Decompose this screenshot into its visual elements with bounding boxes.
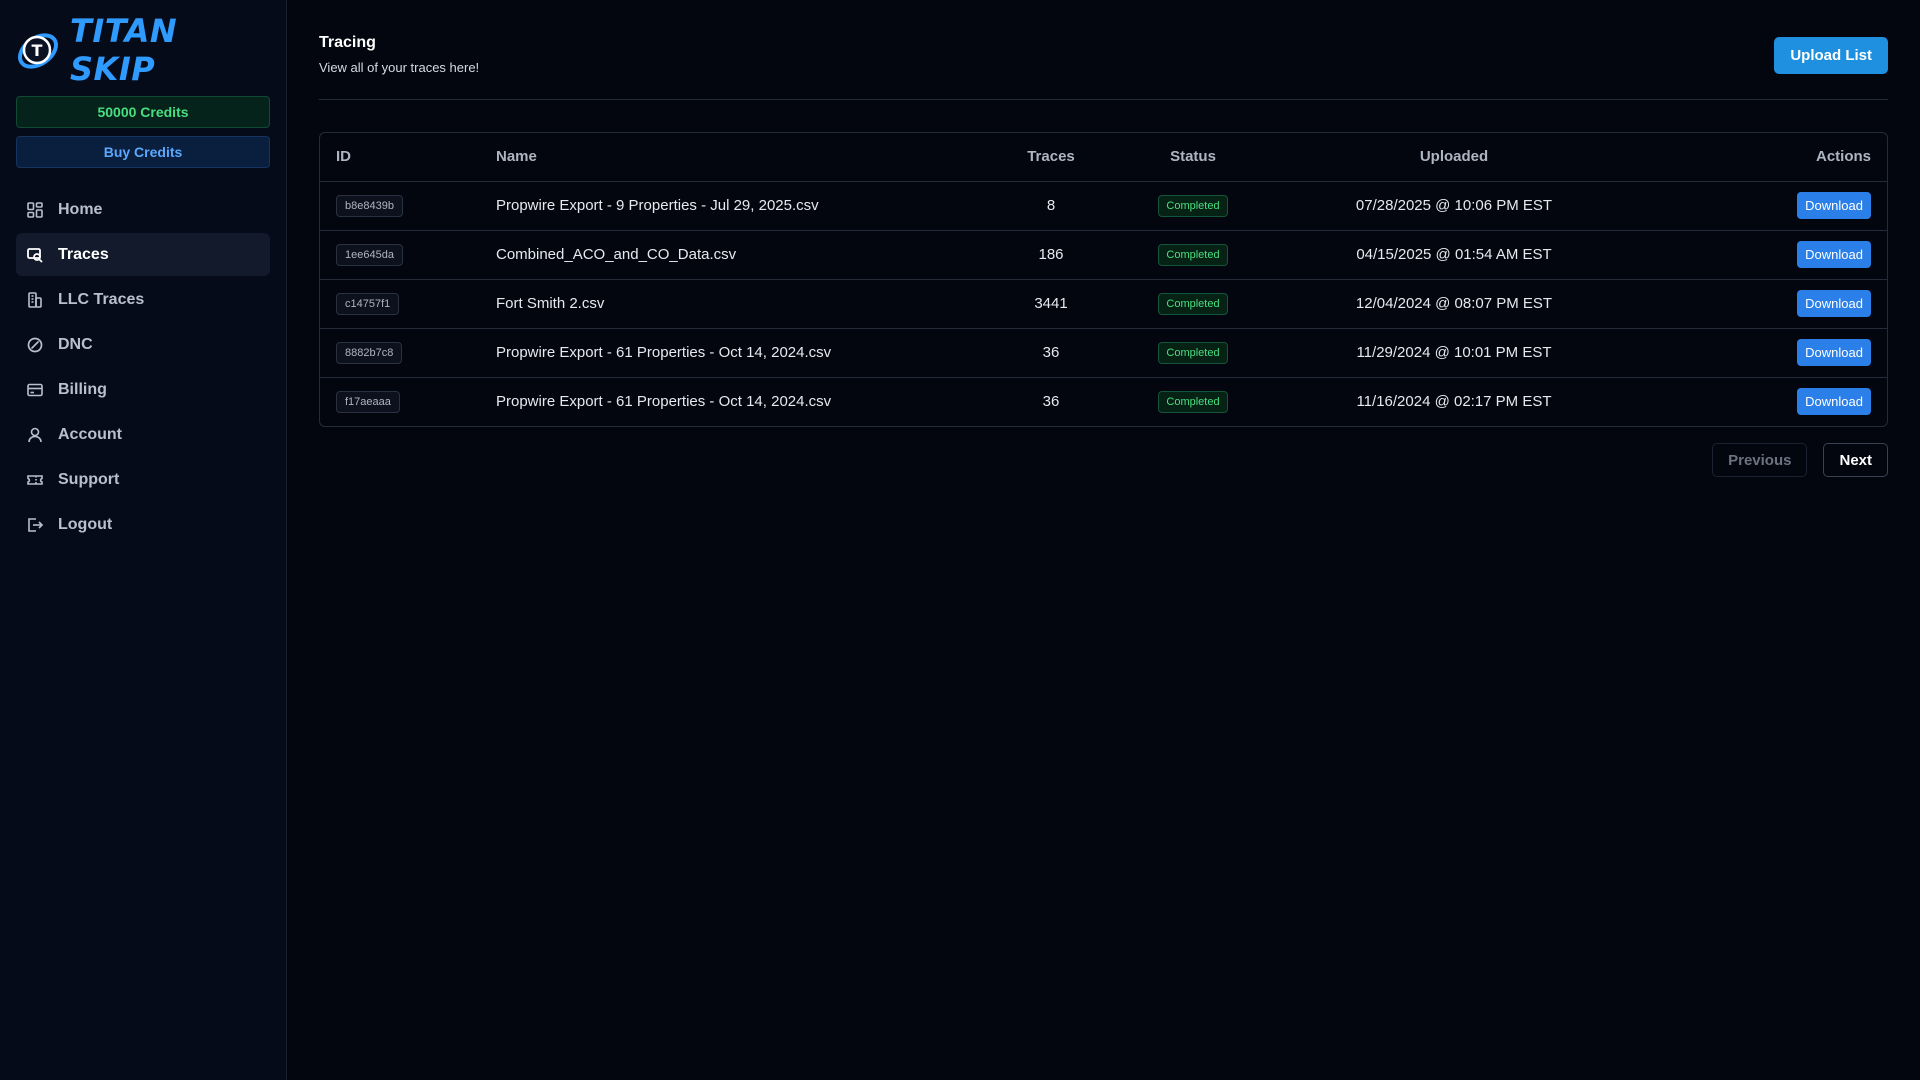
trace-id-chip: 1ee645da — [336, 243, 403, 266]
sidebar-item-label: Home — [58, 200, 103, 218]
previous-page-button[interactable]: Previous — [1712, 443, 1808, 477]
uploaded-timestamp: 07/28/2025 @ 10:06 PM EST — [1264, 181, 1644, 231]
ticket-icon — [27, 474, 43, 485]
page-subtitle: View all of your traces here! — [319, 60, 480, 75]
trace-name: Fort Smith 2.csv — [480, 279, 980, 329]
brand-logo[interactable]: T TITAN SKIP — [16, 12, 270, 88]
table-row: c14757f1 Fort Smith 2.csv 3441 Completed… — [320, 279, 1887, 329]
trace-name: Propwire Export - 61 Properties - Oct 14… — [480, 328, 980, 378]
column-header-traces: Traces — [980, 133, 1122, 182]
grid-icon — [27, 201, 43, 218]
sidebar-item-label: Logout — [58, 515, 113, 533]
logout-icon — [28, 517, 44, 532]
status-badge: Completed — [1158, 292, 1228, 315]
download-button[interactable]: Download — [1797, 339, 1871, 366]
titan-logo-icon: T — [17, 33, 59, 69]
page-title: Tracing — [319, 34, 376, 51]
table-row: 1ee645da Combined_ACO_and_CO_Data.csv 18… — [320, 230, 1887, 280]
sidebar-item-label: LLC Traces — [58, 290, 145, 308]
user-icon — [28, 427, 42, 442]
column-header-actions: Actions — [1644, 133, 1887, 182]
column-header-status: Status — [1122, 133, 1264, 182]
download-button[interactable]: Download — [1797, 388, 1871, 416]
uploaded-timestamp: 11/16/2024 @ 02:17 PM EST — [1356, 393, 1552, 411]
trace-name: Combined_ACO_and_CO_Data.csv — [480, 230, 980, 280]
sidebar-item-llc-traces[interactable]: LLC Traces — [16, 278, 270, 321]
next-page-button[interactable]: Next — [1823, 443, 1888, 477]
uploaded-timestamp: 12/04/2024 @ 08:07 PM EST — [1264, 279, 1644, 329]
trace-id-chip: c14757f1 — [336, 292, 400, 315]
column-header-id: ID — [320, 133, 480, 182]
trace-count: 186 — [980, 230, 1122, 280]
trace-name: Propwire Export - 61 Properties - Oct 14… — [496, 393, 832, 411]
sidebar-item-billing[interactable]: Billing — [16, 368, 270, 411]
download-button[interactable]: Download — [1797, 241, 1871, 268]
table-row: b8e8439b Propwire Export - 9 Properties … — [320, 181, 1887, 231]
sidebar-item-label: Support — [58, 470, 120, 488]
sidebar-item-home[interactable]: Home — [16, 188, 270, 231]
table-row: 8882b7c8 Propwire Export - 61 Properties… — [320, 328, 1887, 378]
sidebar-item-dnc[interactable]: DNC — [16, 323, 270, 366]
search-icon — [27, 247, 43, 263]
trace-count: 36 — [980, 328, 1122, 378]
sidebar-item-label: Billing — [58, 380, 107, 398]
brand-name: TITAN SKIP — [70, 12, 178, 88]
sidebar-item-label: Account — [58, 425, 122, 443]
trace-id-chip: b8e8439b — [336, 194, 403, 217]
status-badge: Completed — [1158, 341, 1228, 364]
sidebar-item-account[interactable]: Account — [16, 413, 270, 456]
credits-balance-badge: 50000 Credits — [16, 96, 270, 128]
sidebar-item-label: DNC — [58, 335, 93, 353]
app-shell: T TITAN SKIP 50000 Credits Buy Credits H… — [0, 0, 1920, 1080]
logo-letter: T — [32, 41, 43, 60]
sidebar-item-support[interactable]: Support — [16, 458, 270, 501]
trace-count: 8 — [980, 181, 1122, 231]
trace-count: 3441 — [980, 279, 1122, 329]
main-content: Tracing View all of your traces here! Up… — [287, 0, 1920, 1080]
trace-name: Propwire Export - 9 Properties - Jul 29,… — [480, 181, 980, 231]
column-header-name: Name — [480, 133, 980, 182]
credit-card-icon — [27, 383, 43, 396]
download-button[interactable]: Download — [1797, 290, 1871, 317]
traces-table: ID Name Traces Status Uploaded Actions b… — [319, 132, 1888, 427]
sidebar-item-traces[interactable]: Traces — [16, 233, 270, 276]
status-badge: Completed — [1158, 243, 1228, 266]
sidebar-item-logout[interactable]: Logout — [16, 503, 270, 546]
pagination: Previous Next — [319, 443, 1888, 477]
upload-list-button[interactable]: Upload List — [1774, 37, 1888, 74]
table-row: f17aeaaa Propwire Export - 61 Properties… — [320, 377, 1887, 426]
trace-count: 36 — [1042, 393, 1060, 411]
sidebar-nav: Home Traces LLC Traces DNC Billing Accou… — [16, 188, 270, 546]
buy-credits-button[interactable]: Buy Credits — [16, 136, 270, 168]
sidebar: T TITAN SKIP 50000 Credits Buy Credits H… — [0, 0, 287, 1080]
table-header-row: ID Name Traces Status Uploaded Actions — [320, 133, 1887, 182]
uploaded-timestamp: 11/29/2024 @ 10:01 PM EST — [1264, 328, 1644, 378]
status-badge: Completed — [1158, 390, 1228, 413]
page-header: Tracing View all of your traces here! Up… — [319, 34, 1888, 100]
trace-id-chip: 8882b7c8 — [336, 341, 403, 364]
status-badge: Completed — [1158, 194, 1228, 217]
uploaded-timestamp: 04/15/2025 @ 01:54 AM EST — [1264, 230, 1644, 280]
building-icon — [28, 291, 42, 308]
sidebar-item-label: Traces — [58, 245, 109, 263]
trace-id-chip: f17aeaaa — [336, 390, 400, 413]
column-header-uploaded: Uploaded — [1264, 133, 1644, 182]
ban-icon — [27, 337, 43, 352]
download-button[interactable]: Download — [1797, 192, 1871, 219]
